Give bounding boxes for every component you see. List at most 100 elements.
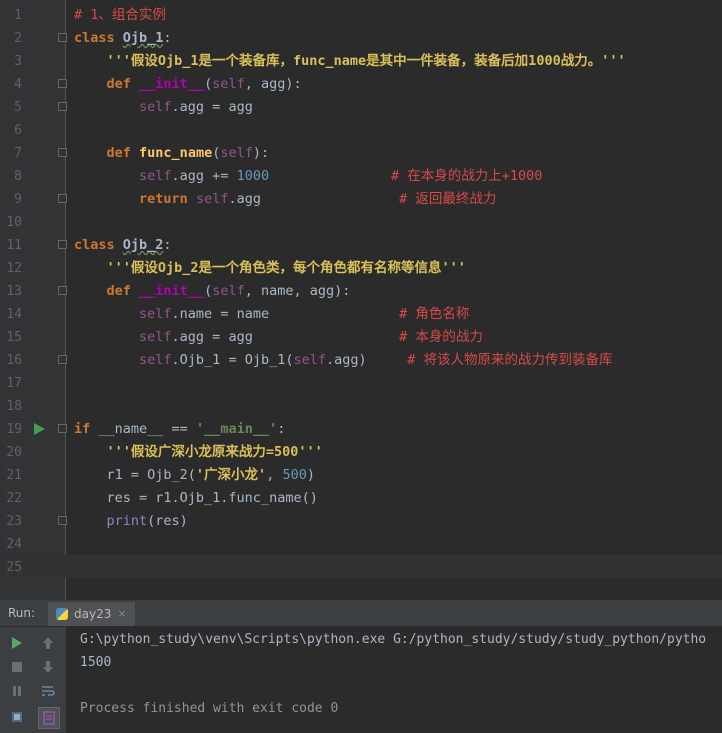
fold-marker-icon[interactable] (58, 424, 67, 433)
console-command-line: G:\python_study\venv\Scripts\python.exe … (80, 632, 707, 647)
line-number: 9 (14, 192, 22, 207)
code-line[interactable]: 16 self.Ojb_1 = Ojb_1(self.agg) # 将该人物原来… (0, 349, 722, 372)
fold-marker-icon[interactable] (58, 516, 67, 525)
code-line[interactable]: 15 self.agg = agg # 本身的战力 (0, 326, 722, 349)
line-number: 10 (6, 215, 22, 230)
fold-marker-icon[interactable] (58, 33, 67, 42)
console-output[interactable]: G:\python_study\venv\Scripts\python.exe … (66, 627, 722, 733)
soft-wrap-button[interactable] (40, 683, 56, 699)
line-number: 8 (14, 169, 22, 184)
line-number: 20 (6, 445, 22, 460)
code-line[interactable]: 24 (0, 533, 722, 556)
run-toolbar (0, 627, 66, 733)
line-number: 12 (6, 261, 22, 276)
fold-marker-icon[interactable] (58, 102, 67, 111)
code-line[interactable]: 7 def func_name(self): (0, 142, 722, 165)
code-line[interactable]: 10 (0, 211, 722, 234)
line-number: 19 (6, 422, 22, 437)
line-number: 2 (14, 31, 22, 46)
code-text: print(res) (106, 513, 188, 529)
fold-marker-icon[interactable] (58, 148, 67, 157)
code-line[interactable]: 4 def __init__(self, agg): (0, 73, 722, 96)
code-text: '''假设广深小龙原来战力=500''' (106, 444, 323, 460)
print-button[interactable] (38, 707, 60, 729)
code-editor[interactable]: 1 # 1、组合实例 2 class Ojb_1: 3 '''假设Ojb_1是一个装备库… (0, 0, 722, 600)
fold-marker-icon[interactable] (58, 194, 67, 203)
code-line[interactable]: 12 '''假设Ojb_2是一个角色类，每个角色都有名称等信息''' (0, 257, 722, 280)
line-number: 18 (6, 399, 22, 414)
code-text: class Ojb_2: (74, 237, 172, 253)
line-number: 6 (14, 123, 22, 138)
code-text: r1 = Ojb_2('广深小龙', 500) (74, 467, 315, 483)
arrow-down-icon (43, 661, 53, 673)
code-text: class Ojb_1: (74, 30, 172, 46)
code-line[interactable]: 1 # 1、组合实例 (0, 4, 722, 27)
run-gutter-icon[interactable] (34, 423, 45, 435)
code-line[interactable]: 13 def __init__(self, name, agg): (0, 280, 722, 303)
scroll-up-button[interactable] (40, 635, 56, 651)
line-number: 22 (6, 491, 22, 506)
code-text: '''假设Ojb_1是一个装备库，func_name是其中一件装备，装备后加10… (106, 53, 626, 69)
code-text: res = r1.Ojb_1.func_name() (74, 490, 318, 506)
code-text: self.agg = agg # 本身的战力 (139, 329, 483, 345)
fold-marker-icon[interactable] (58, 355, 67, 364)
code-text: self.name = name # 角色名称 (139, 306, 470, 322)
code-text: '''假设Ojb_2是一个角色类，每个角色都有名称等信息''' (106, 260, 466, 276)
code-line[interactable]: 18 (0, 395, 722, 418)
line-number: 17 (6, 376, 22, 391)
code-line[interactable]: 23 print(res) (0, 510, 722, 533)
code-line[interactable]: 25 (0, 556, 722, 579)
play-icon (12, 637, 22, 649)
scroll-down-button[interactable] (40, 659, 56, 675)
line-number: 23 (6, 514, 22, 529)
fold-marker-icon[interactable] (58, 286, 67, 295)
run-panel-header: Run: day23 × (0, 602, 722, 627)
line-number: 16 (6, 353, 22, 368)
arrow-up-icon (43, 637, 53, 649)
code-line[interactable]: 14 self.name = name # 角色名称 (0, 303, 722, 326)
code-line[interactable]: 3 '''假设Ojb_1是一个装备库，func_name是其中一件装备，装备后加… (0, 50, 722, 73)
print-icon (43, 711, 55, 725)
line-number: 13 (6, 284, 22, 299)
line-number: 25 (6, 560, 22, 575)
line-number: 4 (14, 77, 22, 92)
code-line[interactable]: 6 (0, 119, 722, 142)
console-exit-line: Process finished with exit code 0 (80, 701, 339, 716)
code-text: def __init__(self, name, agg): (106, 283, 351, 299)
code-line[interactable]: 20 '''假设广深小龙原来战力=500''' (0, 441, 722, 464)
code-line[interactable]: 11 class Ojb_2: (0, 234, 722, 257)
code-line[interactable]: 2 class Ojb_1: (0, 27, 722, 50)
code-line[interactable]: 17 (0, 372, 722, 395)
run-label: Run: (8, 606, 36, 620)
code-text: # 1、组合实例 (74, 7, 166, 23)
code-line[interactable]: 21 r1 = Ojb_2('广深小龙', 500) (0, 464, 722, 487)
python-icon (56, 608, 68, 620)
rerun-button[interactable] (9, 635, 25, 651)
code-line[interactable]: 19 if __name__ == '__main__': (0, 418, 722, 441)
fold-marker-icon[interactable] (58, 240, 67, 249)
gear-icon (12, 712, 22, 722)
code-text: self.agg = agg (139, 99, 253, 115)
code-text: self.Ojb_1 = Ojb_1(self.agg) # 将该人物原来的战力… (139, 352, 613, 368)
code-line[interactable]: 22 res = r1.Ojb_1.func_name() (0, 487, 722, 510)
run-tab-day23[interactable]: day23 × (48, 602, 135, 626)
stop-button[interactable] (9, 659, 25, 675)
pause-button[interactable] (9, 683, 25, 699)
code-text: self.agg += 1000 # 在本身的战力上+1000 (139, 168, 543, 184)
line-number: 1 (14, 8, 22, 23)
line-number: 21 (6, 468, 22, 483)
code-line[interactable]: 8 self.agg += 1000 # 在本身的战力上+1000 (0, 165, 722, 188)
line-number: 24 (6, 537, 22, 552)
fold-marker-icon[interactable] (58, 79, 67, 88)
wrap-icon (42, 686, 55, 696)
line-number: 11 (6, 238, 22, 253)
line-number: 14 (6, 307, 22, 322)
code-text: def func_name(self): (106, 145, 270, 161)
line-number: 5 (14, 100, 22, 115)
close-icon[interactable]: × (117, 602, 126, 626)
stop-icon (12, 662, 22, 672)
code-line[interactable]: 5 self.agg = agg (0, 96, 722, 119)
console-output-line: 1500 (80, 655, 112, 670)
settings-button[interactable] (9, 709, 25, 725)
code-line[interactable]: 9 return self.agg # 返回最终战力 (0, 188, 722, 211)
